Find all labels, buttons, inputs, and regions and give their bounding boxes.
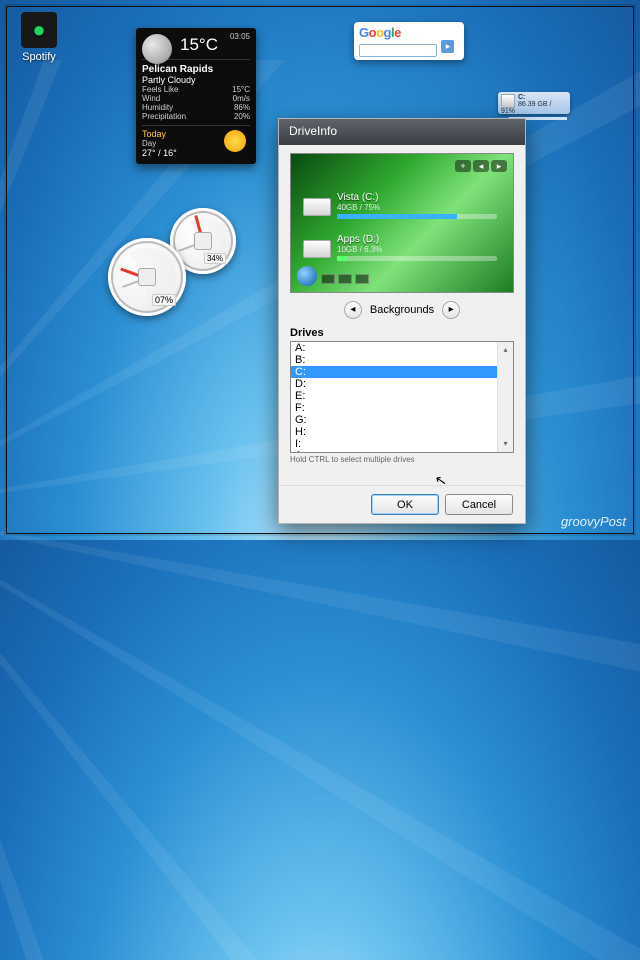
background-preview: + ◂ ▸ Vista (C:) 40GB / 75% Apps (D:) 10… [290,153,514,293]
preview-drive-stats: 40GB / 75% [337,203,497,212]
drive-list-item[interactable]: E: [291,390,513,402]
precip-label: Precipitation [142,112,186,121]
preview-prev-button[interactable]: ◂ [473,160,489,172]
ram-percent: 34% [204,253,226,264]
weather-location: Pelican Rapids [142,64,250,75]
precip-value: 20% [234,112,250,121]
google-search-input[interactable] [359,44,437,57]
feels-label: Feels Like [142,85,178,94]
cpu-gauge[interactable]: 07% [108,238,186,316]
preview-next-button[interactable]: ▸ [491,160,507,172]
feels-value: 15°C [232,85,250,94]
weather-clock: 03:05 [230,32,250,41]
gauge-hub-icon [138,268,156,286]
preview-drive-row: Apps (D:) 10GB / 6.3% [337,234,497,266]
drives-section-label: Drives [290,327,514,339]
drive-list-item[interactable]: A: [291,342,513,354]
spotify-icon: ● [21,12,57,48]
drive-list-item[interactable]: C: [291,366,513,378]
preview-drive-stats: 10GB / 6.3% [337,245,497,254]
preview-drive-bar [337,214,497,219]
ok-button[interactable]: OK [371,494,439,515]
preview-tiles [321,274,369,284]
drive-list-item[interactable]: F: [291,402,513,414]
sun-icon [224,130,246,152]
listbox-scrollbar[interactable]: ▴ ▾ [497,342,513,452]
hdd-icon [501,94,515,108]
weather-condition: Partly Cloudy [142,75,250,85]
preview-drive-name: Vista (C:) [337,192,497,203]
drives-hint: Hold CTRL to select multiple drives [290,455,514,464]
desktop-icon-label: Spotify [10,51,68,63]
backgrounds-label: Backgrounds [370,304,434,316]
drive-list-item[interactable]: J: [291,450,513,453]
weather-gadget[interactable]: 03:05 15°C Pelican Rapids Partly Cloudy … [136,28,256,164]
humidity-value: 86% [234,103,250,112]
hdd-icon [303,240,331,258]
wind-label: Wind [142,94,160,103]
bg-prev-button[interactable]: ◂ [344,301,362,319]
cpu-percent: 07% [152,294,176,306]
driveinfo-dialog: DriveInfo + ◂ ▸ Vista (C:) 40GB / 75% Ap… [278,118,526,524]
drive-list-item[interactable]: B: [291,354,513,366]
preview-drive-row: Vista (C:) 40GB / 75% [337,192,497,224]
drive-list-item[interactable]: H: [291,426,513,438]
bg-next-button[interactable]: ▸ [442,301,460,319]
drive-list-item[interactable]: I: [291,438,513,450]
scroll-down-button[interactable]: ▾ [498,436,513,452]
google-search-button[interactable]: ▸ [441,40,454,53]
preview-drive-name: Apps (D:) [337,234,497,245]
moon-icon [142,34,172,64]
watermark: groovyPost [561,514,626,530]
dialog-title: DriveInfo [289,124,337,138]
humidity-label: Humidity [142,103,173,112]
dialog-titlebar[interactable]: DriveInfo [279,119,525,145]
wind-value: 0m/s [233,94,250,103]
hdd-icon [303,198,331,216]
scroll-up-button[interactable]: ▴ [498,342,513,358]
drive-list-item[interactable]: G: [291,414,513,426]
desktop-icon-spotify[interactable]: ● Spotify [10,12,68,63]
google-logo: Google [359,25,459,40]
preview-drive-bar [337,256,497,261]
gauge-hub-icon [194,232,212,250]
drives-listbox[interactable]: A:B:C:D:E:F:G:H:I:J: ▴ ▾ [290,341,514,453]
start-orb-icon [297,266,317,286]
google-search-gadget[interactable]: Google ▸ [354,22,464,60]
preview-add-button[interactable]: + [455,160,471,172]
drive-list-item[interactable]: D: [291,378,513,390]
cancel-button[interactable]: Cancel [445,494,513,515]
drive-mini-gadget[interactable]: C: 86.39 GB / 91% [498,92,570,114]
